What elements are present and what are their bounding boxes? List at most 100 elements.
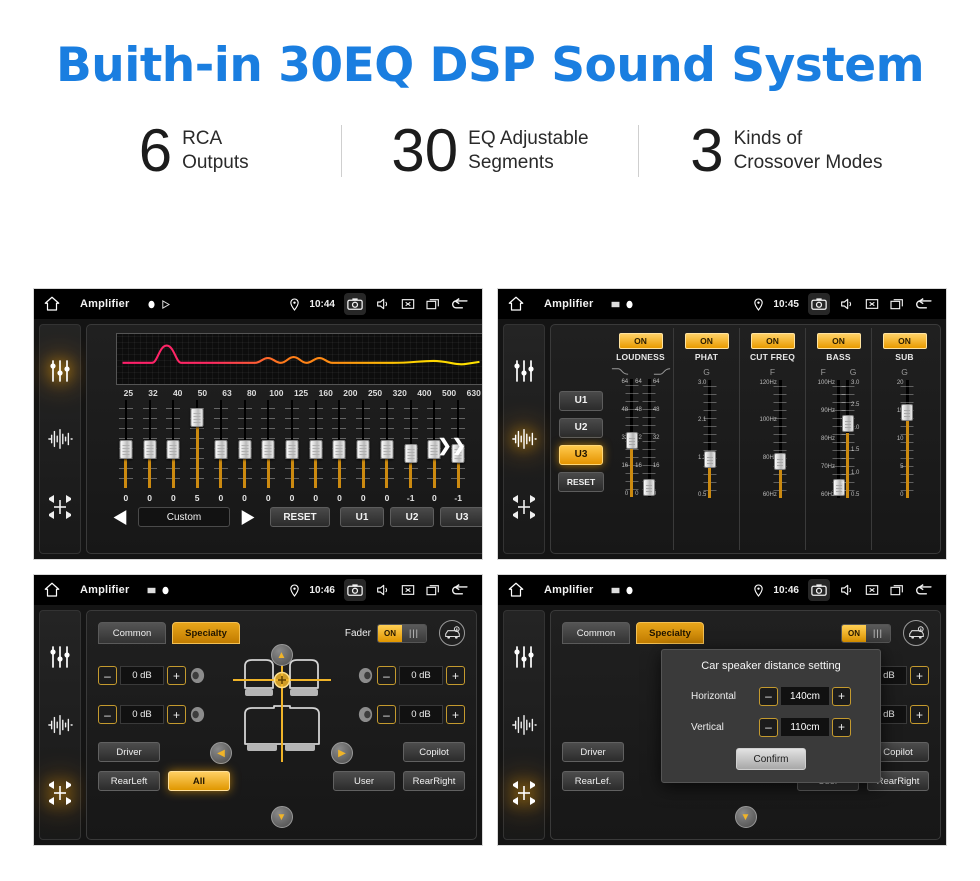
eq-slider[interactable] xyxy=(161,400,185,492)
equalizer-icon[interactable] xyxy=(511,358,537,384)
preset-next-button[interactable] xyxy=(236,509,258,526)
fader-down-arrow[interactable]: ▼ xyxy=(270,806,293,828)
minus-button[interactable]: – xyxy=(377,666,396,685)
volume-icon[interactable] xyxy=(375,296,391,312)
position-rearright-button[interactable]: RearRight xyxy=(403,771,465,791)
recents-icon[interactable] xyxy=(889,582,905,598)
back-arrow-icon[interactable] xyxy=(914,296,934,312)
preset-prev-button[interactable] xyxy=(110,509,132,526)
waveform-icon[interactable] xyxy=(47,712,73,738)
dsp-reset-button[interactable]: RESET xyxy=(558,471,604,492)
home-icon[interactable] xyxy=(42,581,62,599)
sub-on-button[interactable]: ON xyxy=(882,333,927,349)
minus-button[interactable]: – xyxy=(759,686,778,706)
bass-gain-slider[interactable]: 3.0 2.5 2.0 1.5 1.0 0.5 xyxy=(841,380,859,498)
plus-button[interactable]: + xyxy=(446,705,465,724)
fader-toggle[interactable]: ON ||| xyxy=(377,623,427,643)
minus-button[interactable]: – xyxy=(98,705,117,724)
balance-icon[interactable] xyxy=(511,780,537,806)
minus-button[interactable]: – xyxy=(759,717,778,737)
user-preset-u1-button[interactable]: U1 xyxy=(559,390,603,411)
waveform-icon[interactable] xyxy=(511,426,537,452)
balance-icon[interactable] xyxy=(511,494,537,520)
recents-icon[interactable] xyxy=(425,582,441,598)
user-preset-u3-button[interactable]: U3 xyxy=(559,444,603,465)
plus-button[interactable]: + xyxy=(167,666,186,685)
volume-icon[interactable] xyxy=(839,296,855,312)
tab-common[interactable]: Common xyxy=(98,622,166,644)
plus-button[interactable]: + xyxy=(167,705,186,724)
phat-slider[interactable]: 3.0 2.1 1.3 0.5 xyxy=(698,380,717,498)
loudness-slider-right[interactable]: 64 48 32 16 0 xyxy=(642,379,660,497)
plus-button[interactable]: + xyxy=(446,666,465,685)
close-box-icon[interactable] xyxy=(864,296,880,312)
equalizer-icon[interactable] xyxy=(47,644,73,670)
eq-slider[interactable] xyxy=(209,400,233,492)
tab-specialty[interactable]: Specialty xyxy=(172,622,240,644)
fader-left-arrow[interactable]: ◀ xyxy=(210,742,232,764)
balance-icon[interactable] xyxy=(47,494,73,520)
minus-button[interactable]: – xyxy=(377,705,396,724)
cutfreq-on-button[interactable]: ON xyxy=(750,333,795,349)
position-copilot-button[interactable]: Copilot xyxy=(403,742,465,762)
back-arrow-icon[interactable] xyxy=(450,296,470,312)
sub-slider[interactable]: 20 15 10 5 0 xyxy=(897,380,914,498)
back-arrow-icon[interactable] xyxy=(450,582,470,598)
loudness-on-button[interactable]: ON xyxy=(618,333,663,349)
phat-on-button[interactable]: ON xyxy=(684,333,729,349)
confirm-button[interactable]: Confirm xyxy=(736,748,806,770)
fader-up-arrow[interactable]: ▲ xyxy=(270,644,293,666)
position-user-button[interactable]: User xyxy=(333,771,395,791)
preset-u2-button[interactable]: U2 xyxy=(390,507,434,527)
eq-slider[interactable] xyxy=(304,400,328,492)
close-box-icon[interactable] xyxy=(400,296,416,312)
eq-slider[interactable] xyxy=(114,400,138,492)
equalizer-icon[interactable] xyxy=(47,358,73,384)
bass-on-button[interactable]: ON xyxy=(816,333,861,349)
eq-slider[interactable] xyxy=(328,400,352,492)
eq-slider[interactable] xyxy=(138,400,162,492)
equalizer-icon[interactable] xyxy=(511,644,537,670)
close-box-icon[interactable] xyxy=(864,582,880,598)
back-arrow-icon[interactable] xyxy=(914,582,934,598)
eq-slider[interactable] xyxy=(233,400,257,492)
preset-u3-button[interactable]: U3 xyxy=(440,507,482,527)
eq-slider[interactable] xyxy=(399,400,423,492)
minus-button[interactable]: – xyxy=(98,666,117,685)
position-all-button[interactable]: All xyxy=(168,771,230,791)
waveform-icon[interactable] xyxy=(511,712,537,738)
camera-icon[interactable] xyxy=(808,293,830,315)
reset-button[interactable]: RESET xyxy=(270,507,330,527)
eq-slider[interactable] xyxy=(375,400,399,492)
recents-icon[interactable] xyxy=(425,296,441,312)
preset-u1-button[interactable]: U1 xyxy=(340,507,384,527)
balance-icon[interactable] xyxy=(47,780,73,806)
close-box-icon[interactable] xyxy=(400,582,416,598)
plus-button[interactable]: + xyxy=(832,686,851,706)
camera-icon[interactable] xyxy=(808,579,830,601)
eq-slider[interactable] xyxy=(280,400,304,492)
fader-right-arrow[interactable]: ▶ xyxy=(331,742,353,764)
cutfreq-slider[interactable]: 120Hz 100Hz 80Hz 60Hz xyxy=(759,380,787,498)
camera-icon[interactable] xyxy=(344,293,366,315)
recents-icon[interactable] xyxy=(889,296,905,312)
position-driver-button[interactable]: Driver xyxy=(98,742,160,762)
loudness-slider-left[interactable]: 64 48 32 16 0 64 48 xyxy=(621,379,642,497)
eq-slider[interactable] xyxy=(256,400,280,492)
home-icon[interactable] xyxy=(42,295,62,313)
preset-display[interactable]: Custom xyxy=(138,507,230,527)
position-rearleft-button[interactable]: RearLeft xyxy=(98,771,160,791)
volume-icon[interactable] xyxy=(375,582,391,598)
user-preset-u2-button[interactable]: U2 xyxy=(559,417,603,438)
plus-button[interactable]: + xyxy=(832,717,851,737)
eq-next-page-button[interactable]: ❯❯ xyxy=(438,436,467,456)
eq-slider[interactable] xyxy=(351,400,375,492)
camera-icon[interactable] xyxy=(344,579,366,601)
car-gear-icon[interactable] xyxy=(439,620,465,646)
home-icon[interactable] xyxy=(506,581,526,599)
volume-icon[interactable] xyxy=(839,582,855,598)
eq-slider[interactable] xyxy=(185,400,209,492)
home-icon[interactable] xyxy=(506,295,526,313)
bass-freq-slider[interactable]: 100Hz 90Hz 80Hz 70Hz 60Hz xyxy=(818,380,845,498)
seat-map[interactable] xyxy=(227,652,337,778)
